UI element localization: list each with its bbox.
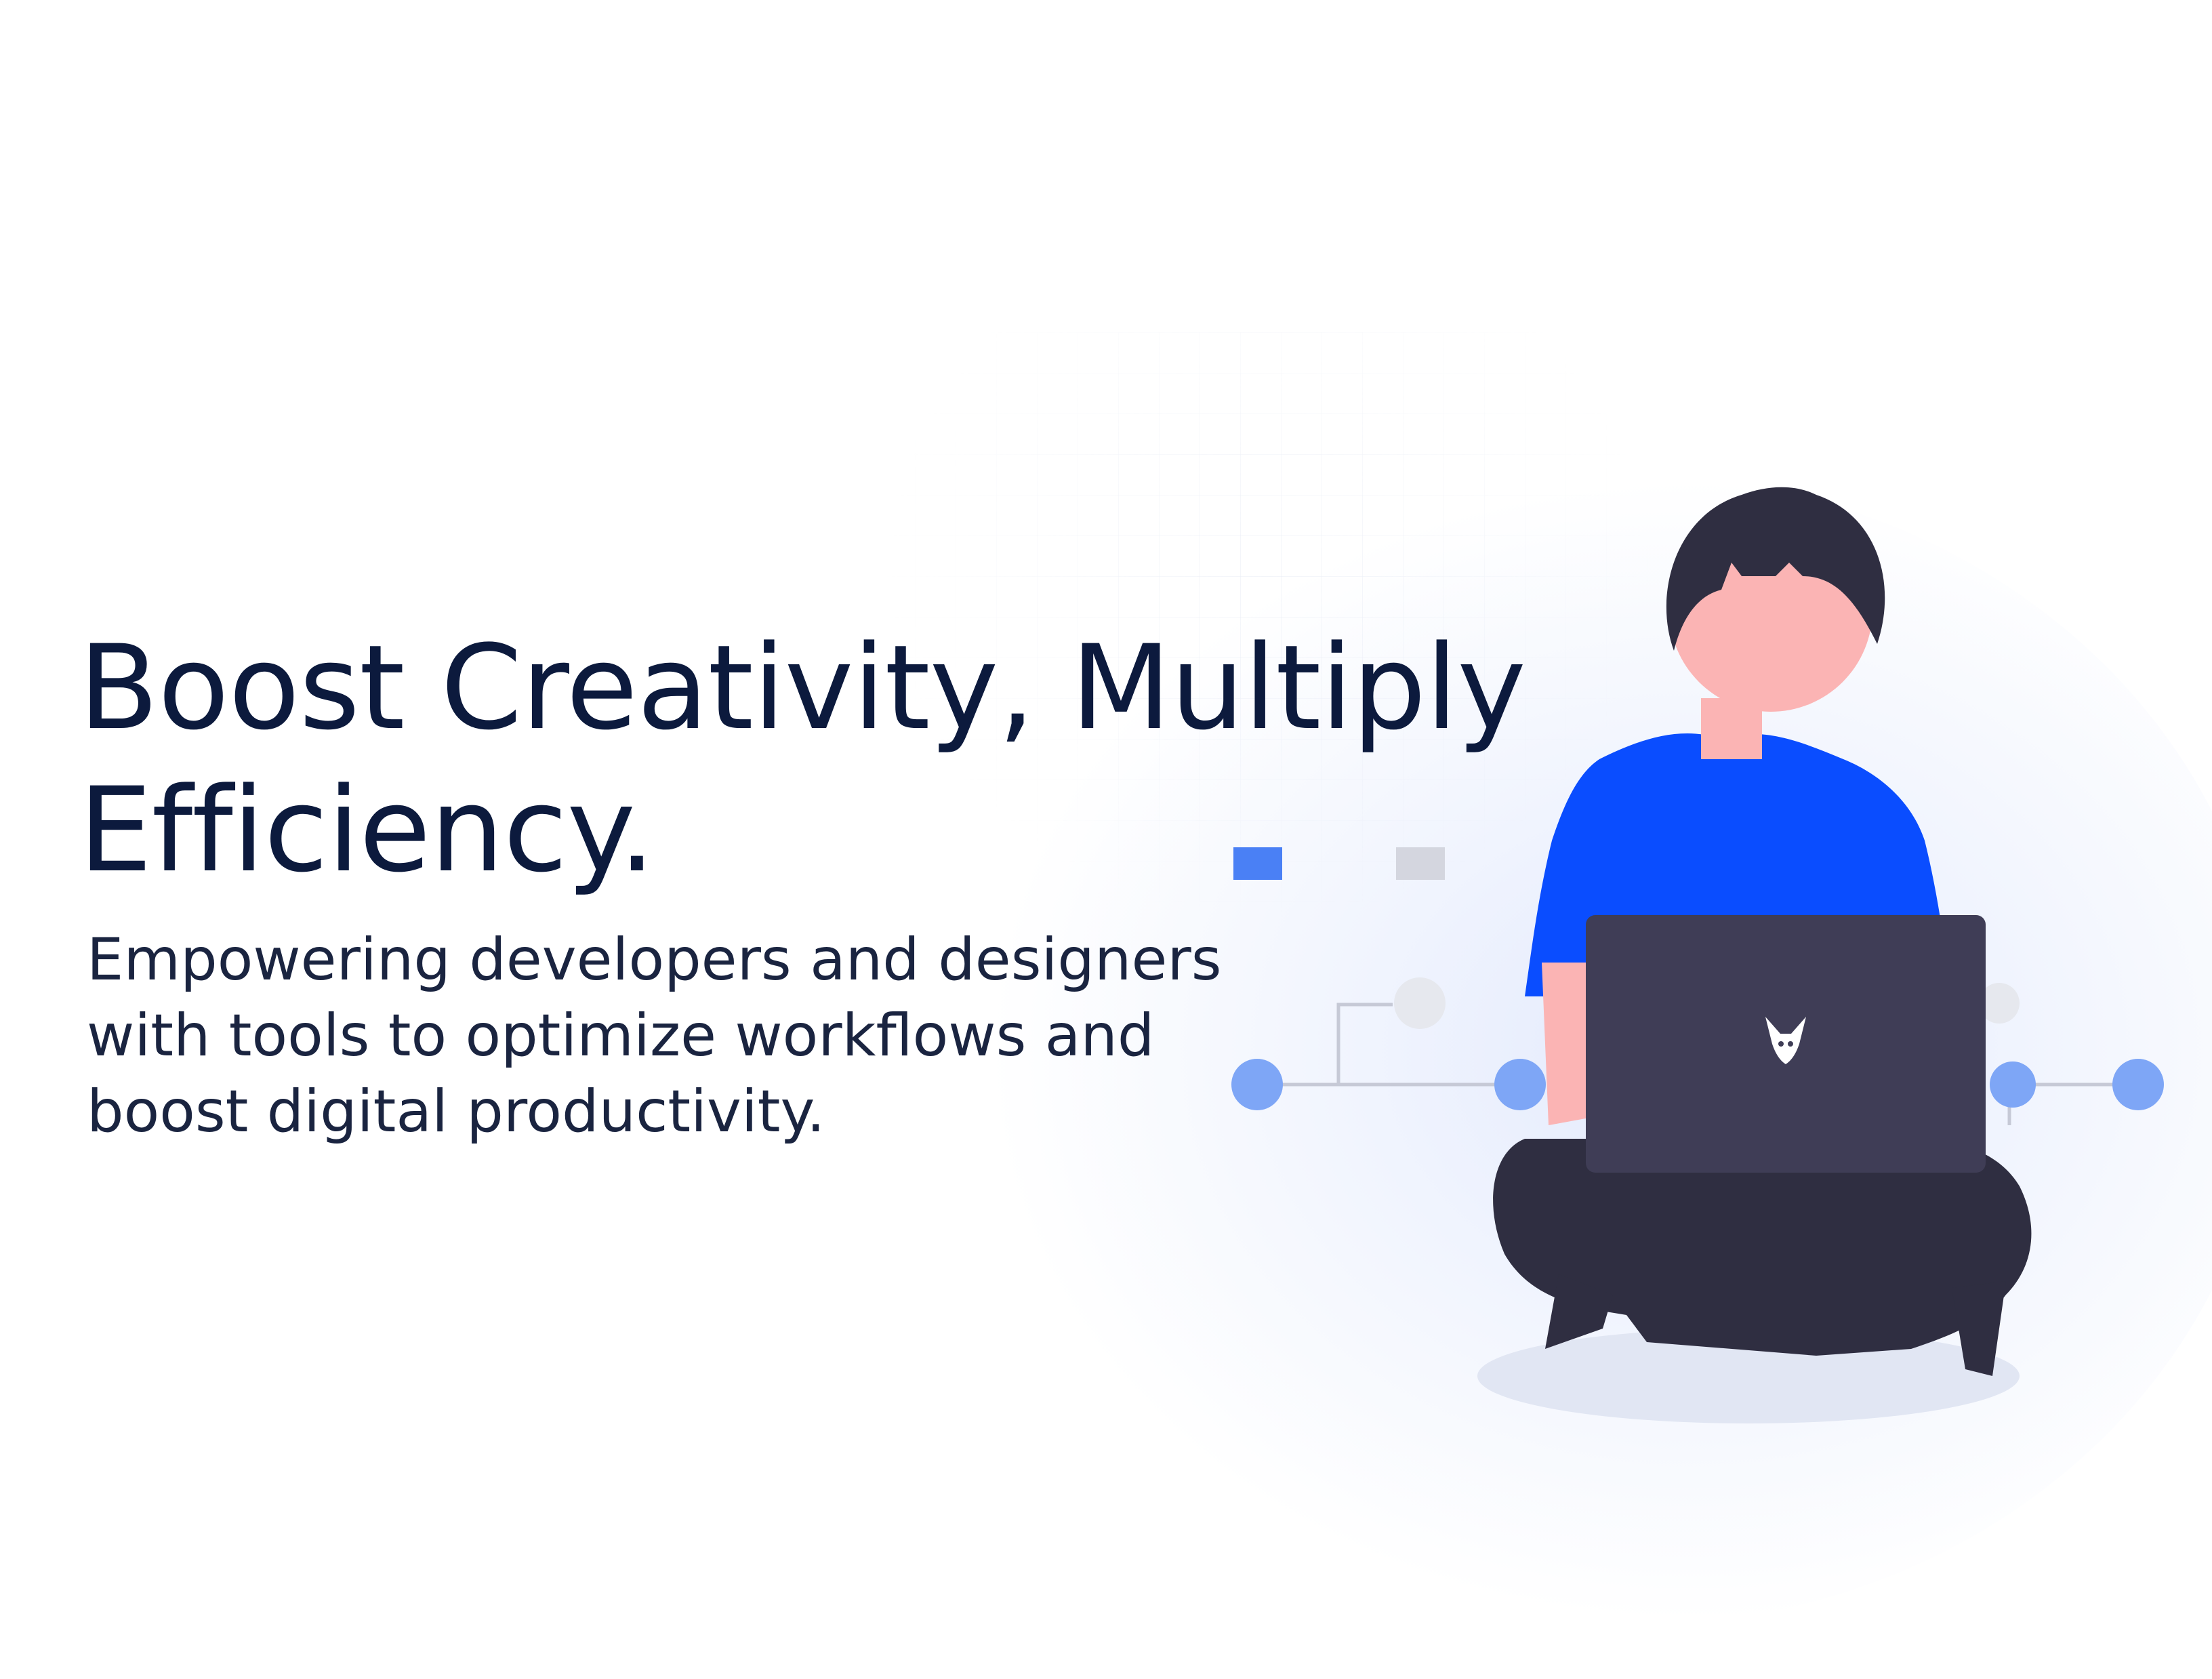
person: [1493, 487, 2032, 1376]
subhead-line-3: boost digital productivity.: [87, 1078, 825, 1146]
headline-line-2: Efficiency.: [79, 762, 655, 898]
subhead-line-2: with tools to optimize workflows and: [87, 1002, 1155, 1070]
subhead-line-1: Empowering developers and designers: [87, 926, 1222, 994]
network-node-2: [1494, 1059, 1546, 1110]
person-with-laptop-illustration: [1231, 487, 2164, 1423]
hero-subheadline: Empowering developers and designers with…: [87, 922, 1347, 1150]
gray-node: [1394, 977, 1446, 1029]
blue-square: [1233, 847, 1282, 880]
hero-section: Boost Creativity, Multiply Efficiency. E…: [0, 0, 2212, 1679]
network-node-4: [2112, 1059, 2164, 1110]
gray-square: [1396, 847, 1445, 880]
network-node-3: [1990, 1061, 2036, 1108]
left-arm: [1542, 963, 1586, 1125]
network-node-1: [1231, 1059, 1283, 1110]
